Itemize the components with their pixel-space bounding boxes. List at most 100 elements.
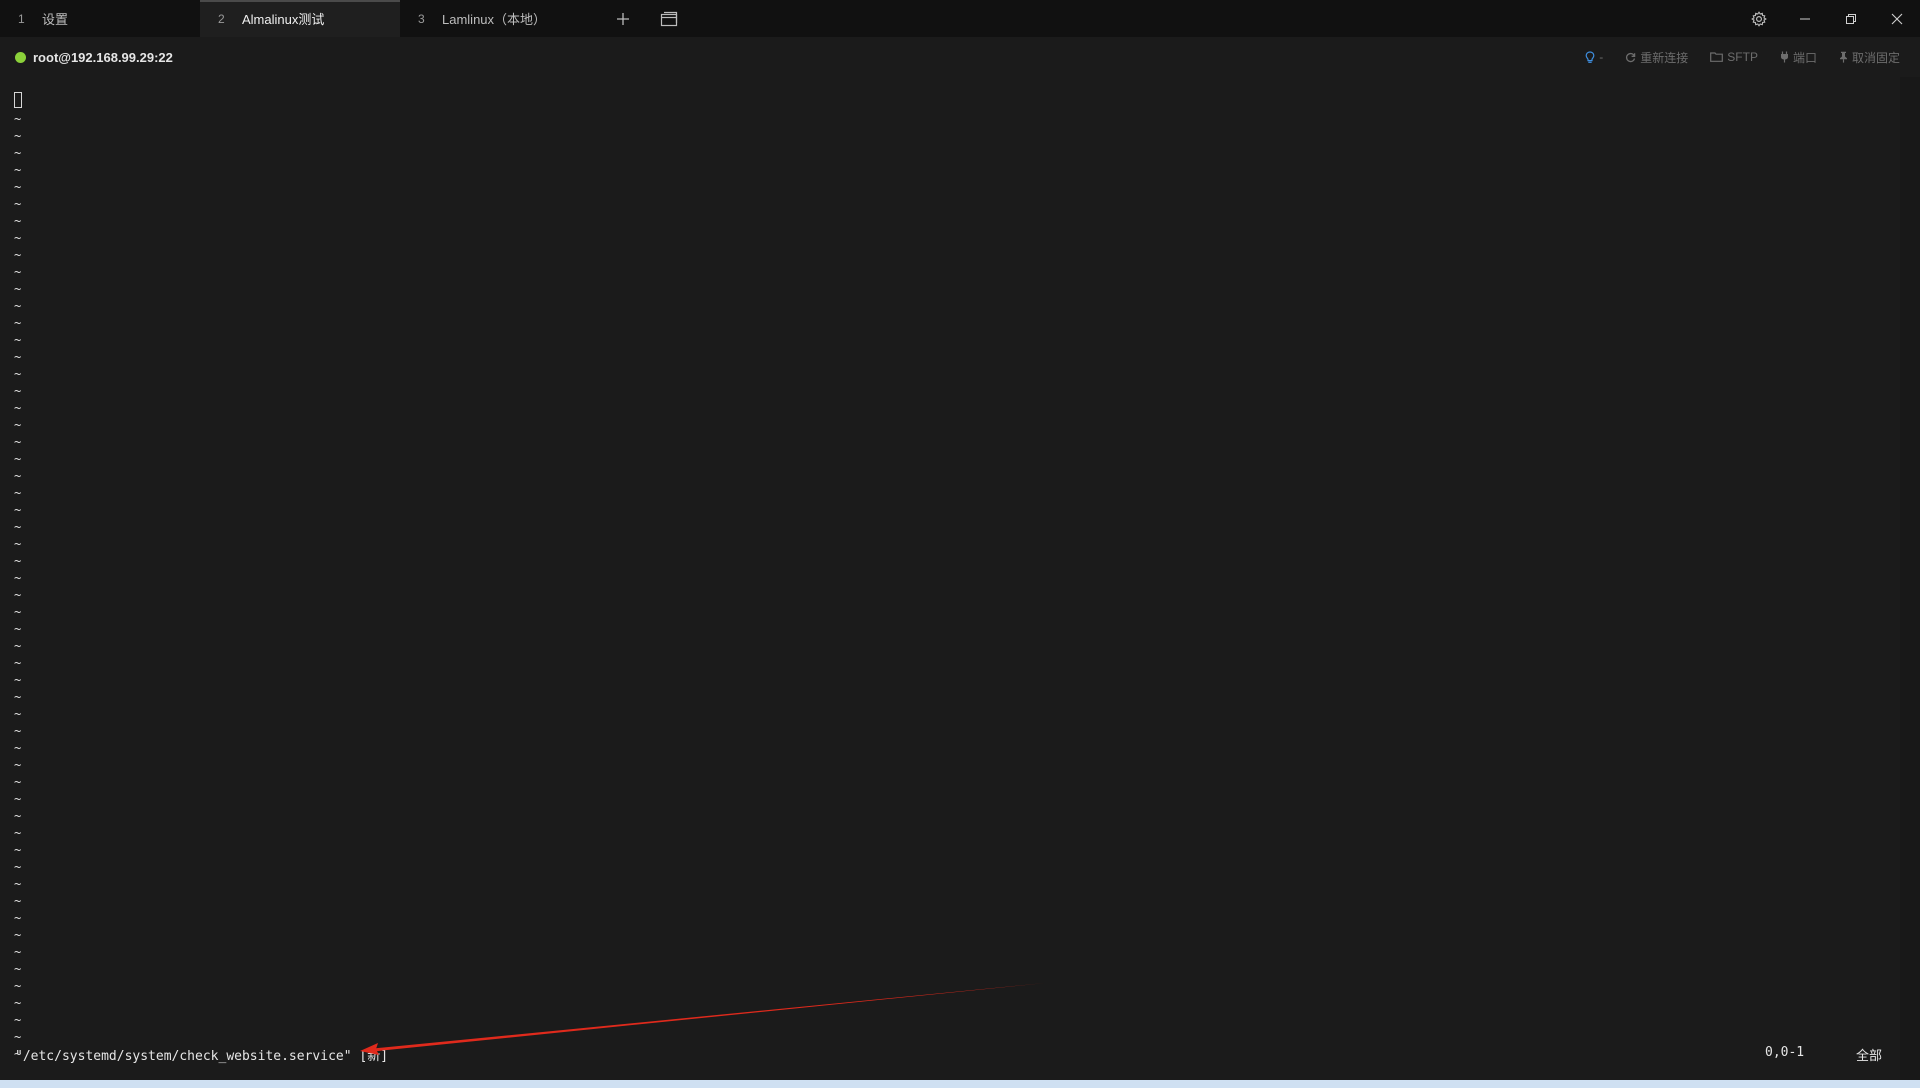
close-button[interactable] — [1874, 2, 1920, 36]
vim-empty-line-marker: ~ — [14, 979, 22, 993]
vim-empty-line-marker: ~ — [14, 928, 22, 942]
vim-empty-line-marker: ~ — [14, 588, 22, 602]
vim-empty-line-marker: ~ — [14, 350, 22, 364]
vim-scroll-position: 全部 — [1856, 1049, 1883, 1064]
highlight-dropdown-label: - — [1599, 50, 1604, 64]
vim-empty-line-marker: ~ — [14, 792, 22, 806]
vim-empty-line-marker: ~ — [14, 129, 22, 143]
new-tab-button[interactable] — [600, 0, 646, 37]
terminal-cursor — [14, 92, 22, 108]
window-controls — [1736, 0, 1920, 37]
vim-empty-line-marker: ~ — [14, 826, 22, 840]
vim-empty-line-marker: ~ — [14, 996, 22, 1010]
vim-empty-line-marker: ~ — [14, 1013, 22, 1027]
port-forward-button[interactable]: 端口 — [1780, 49, 1817, 66]
vim-empty-line-marker: ~ — [14, 333, 22, 347]
vim-empty-line-marker: ~ — [14, 741, 22, 755]
lightbulb-icon — [1585, 50, 1595, 63]
vim-empty-line-marker: ~ — [14, 690, 22, 704]
vim-empty-line-marker: ~ — [14, 860, 22, 874]
window-list-button[interactable] — [646, 0, 692, 37]
unpin-label: 取消固定 — [1851, 50, 1900, 65]
reconnect-button[interactable]: 重新连接 — [1625, 49, 1688, 66]
terminal-scrollbar[interactable] — [1900, 77, 1920, 1080]
vim-empty-lines: ~ ~ ~ ~ ~ ~ ~ ~ ~ ~ ~ ~ ~ ~ ~ ~ ~ ~ ~ ~ ~ ~ ~ ~ ~ ~ ~ ~ ~ ~ ~ ~ ~ ~ ~ ~ ~ ~ ~ ~… — [14, 111, 34, 1063]
vim-empty-line-marker: ~ — [14, 673, 22, 687]
vim-empty-line-marker: ~ — [14, 486, 22, 500]
vim-status-message: "/etc/systemd/system/check_website.servi… — [15, 1049, 389, 1064]
pin-icon — [1839, 51, 1847, 63]
vim-empty-line-marker: ~ — [14, 316, 22, 330]
tab-almalinux[interactable]: 2 Almalinux测试 — [200, 0, 400, 37]
session-actions: - 重新连接 SFTP 端口 取消固定 — [1585, 37, 1900, 77]
sftp-button[interactable]: SFTP — [1710, 50, 1758, 64]
vim-empty-line-marker: ~ — [14, 214, 22, 228]
vim-empty-line-marker: ~ — [14, 656, 22, 670]
vim-cursor-position: 0,0-1 — [1765, 1045, 1805, 1060]
vim-empty-line-marker: ~ — [14, 911, 22, 925]
settings-button[interactable] — [1736, 2, 1782, 36]
vim-empty-line-marker: ~ — [14, 894, 22, 908]
vim-empty-line-marker: ~ — [14, 622, 22, 636]
tab-number: 1 — [18, 11, 25, 26]
vim-empty-line-marker: ~ — [14, 469, 22, 483]
vim-empty-line-marker: ~ — [14, 758, 22, 772]
vim-empty-line-marker: ~ — [14, 299, 22, 313]
vim-empty-line-marker: ~ — [14, 435, 22, 449]
vim-empty-line-marker: ~ — [14, 367, 22, 381]
close-icon — [1891, 13, 1903, 24]
vim-empty-line-marker: ~ — [14, 231, 22, 245]
vim-empty-line-marker: ~ — [14, 639, 22, 653]
vim-empty-line-marker: ~ — [14, 384, 22, 398]
tab-number: 3 — [418, 11, 425, 26]
vim-empty-line-marker: ~ — [14, 605, 22, 619]
vim-empty-line-marker: ~ — [14, 401, 22, 415]
tab-label: 设置 — [42, 12, 69, 27]
vim-empty-line-marker: ~ — [14, 1030, 22, 1044]
reconnect-label: 重新连接 — [1640, 50, 1689, 65]
vim-empty-line-marker: ~ — [14, 418, 22, 432]
vim-empty-line-marker: ~ — [14, 282, 22, 296]
tab-settings[interactable]: 1 设置 — [0, 0, 200, 37]
minimize-icon — [1800, 18, 1810, 19]
tab-label: Almalinux测试 — [242, 12, 325, 27]
taskbar-edge — [0, 1080, 1920, 1088]
vim-empty-line-marker: ~ — [14, 724, 22, 738]
tab-bar: 1 设置 2 Almalinux测试 3 Lamlinux（本地） — [0, 0, 1920, 37]
tab-number: 2 — [218, 11, 225, 26]
unpin-button[interactable]: 取消固定 — [1839, 49, 1900, 66]
vim-empty-line-marker: ~ — [14, 962, 22, 976]
vim-empty-line-marker: ~ — [14, 945, 22, 959]
vim-empty-line-marker: ~ — [14, 503, 22, 517]
tab-label: Lamlinux（本地） — [442, 12, 547, 27]
refresh-icon — [1626, 52, 1636, 62]
window-stack-icon — [660, 11, 678, 26]
vim-empty-line-marker: ~ — [14, 248, 22, 262]
vim-empty-line-marker: ~ — [14, 520, 22, 534]
gear-icon — [1751, 10, 1767, 27]
session-bar: root@192.168.99.29:22 - 重新连接 SFTP 端口 取消固… — [0, 37, 1920, 77]
vim-empty-line-marker: ~ — [14, 537, 22, 551]
highlight-button[interactable]: - — [1585, 50, 1603, 64]
restore-icon — [1846, 13, 1856, 24]
vim-empty-line-marker: ~ — [14, 877, 22, 891]
vim-empty-line-marker: ~ — [14, 775, 22, 789]
plug-icon — [1780, 51, 1788, 63]
vim-empty-line-marker: ~ — [14, 707, 22, 721]
vim-empty-line-marker: ~ — [14, 180, 22, 194]
vim-empty-line-marker: ~ — [14, 809, 22, 823]
vim-empty-line-marker: ~ — [14, 554, 22, 568]
session-host: root@192.168.99.29:22 — [33, 49, 173, 65]
connection-status-dot — [15, 51, 26, 63]
vim-empty-line-marker: ~ — [14, 843, 22, 857]
vim-empty-line-marker: ~ — [14, 452, 22, 466]
minimize-button[interactable] — [1782, 2, 1828, 36]
terminal-area[interactable]: ~ ~ ~ ~ ~ ~ ~ ~ ~ ~ ~ ~ ~ ~ ~ ~ ~ ~ ~ ~ ~ ~ ~ ~ ~ ~ ~ ~ ~ ~ ~ ~ ~ ~ ~ ~ ~ ~ ~ ~… — [0, 77, 1900, 1080]
folder-icon — [1710, 52, 1724, 62]
vim-empty-line-marker: ~ — [14, 571, 22, 585]
plus-icon — [617, 12, 629, 25]
vim-empty-line-marker: ~ — [14, 265, 22, 279]
restore-button[interactable] — [1828, 2, 1874, 36]
tab-lamlinux[interactable]: 3 Lamlinux（本地） — [400, 0, 600, 37]
vim-empty-line-marker: ~ — [14, 163, 22, 177]
